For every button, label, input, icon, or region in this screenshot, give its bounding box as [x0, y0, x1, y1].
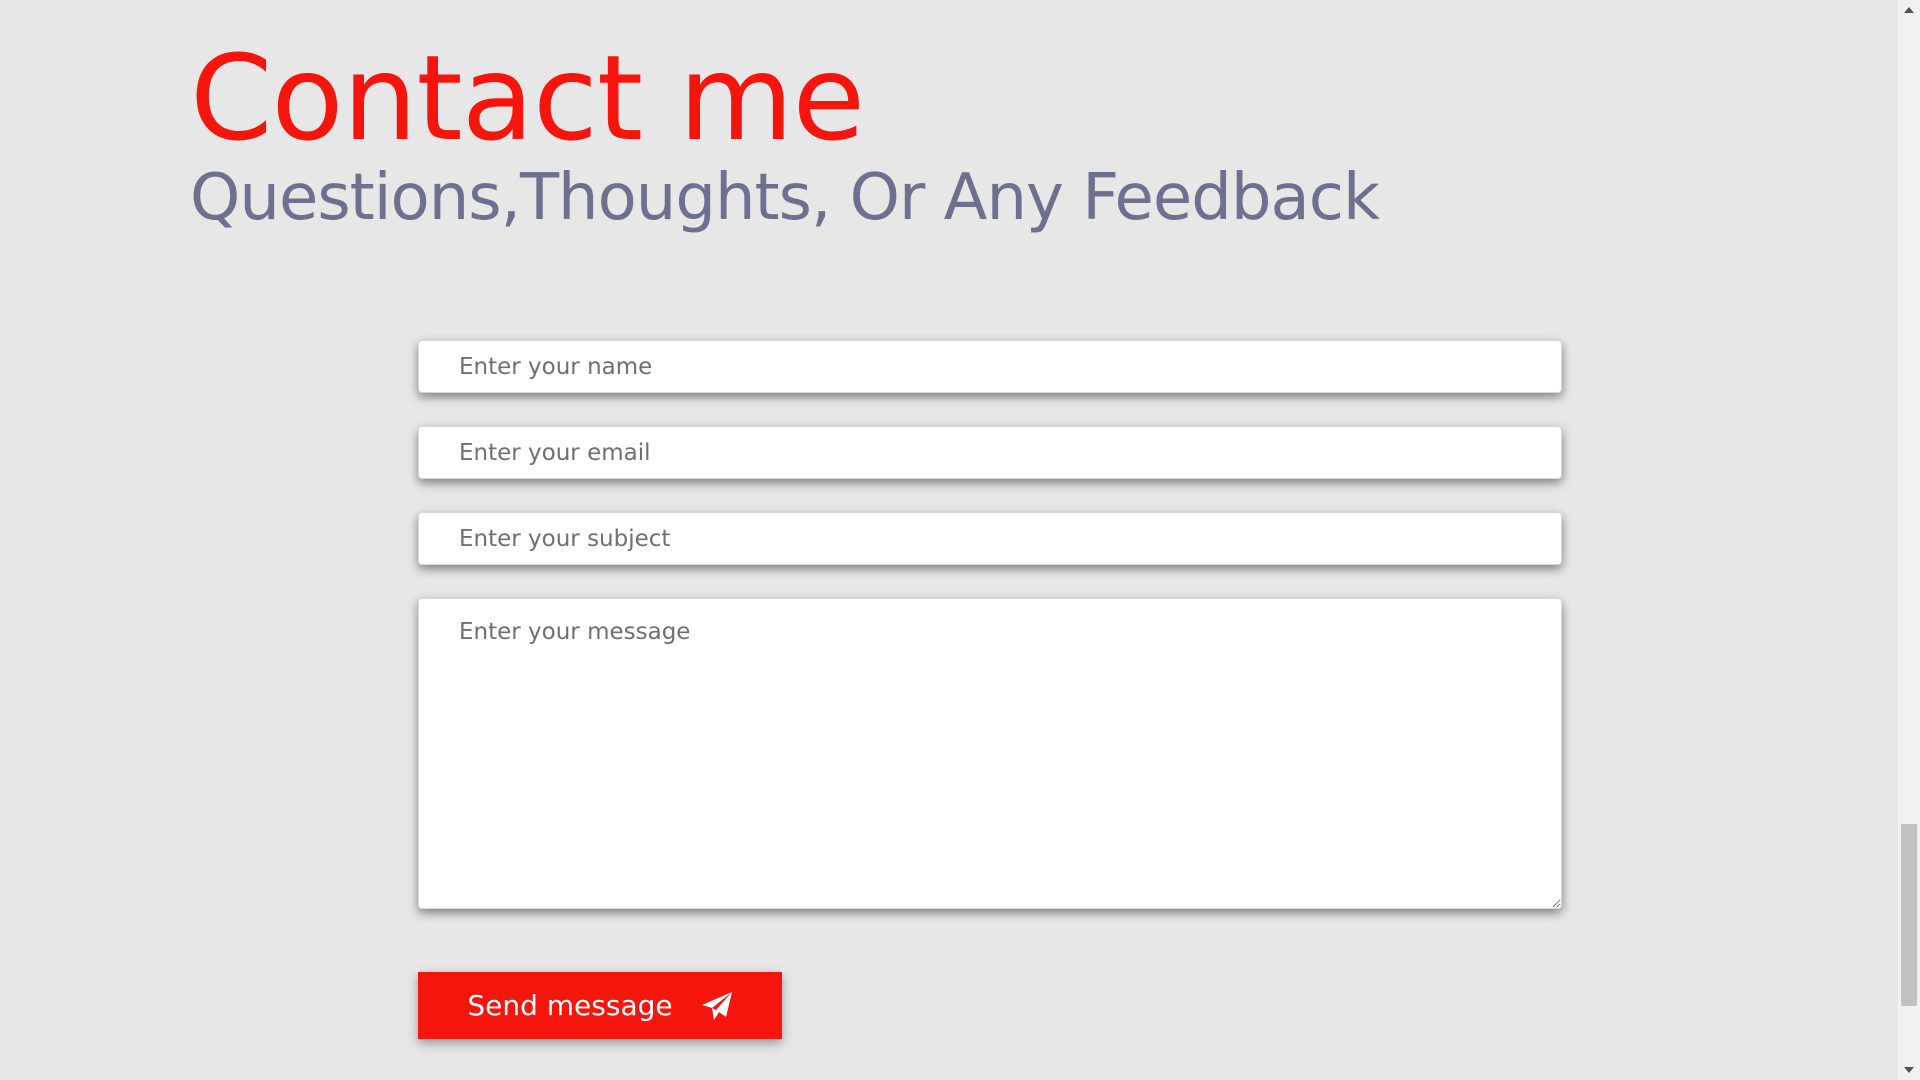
vertical-scrollbar[interactable]: [1898, 0, 1920, 1080]
contact-page: Contact me Questions,Thoughts, Or Any Fe…: [0, 0, 1920, 1080]
email-input[interactable]: [418, 426, 1562, 479]
scroll-up-arrow-icon[interactable]: [1898, 0, 1920, 20]
send-message-button[interactable]: Send message: [418, 972, 782, 1039]
contact-form: [418, 340, 1562, 909]
page-subtitle: Questions,Thoughts, Or Any Feedback: [190, 161, 1380, 235]
scroll-down-arrow-icon[interactable]: [1898, 1060, 1920, 1080]
send-message-label: Send message: [467, 989, 673, 1022]
scrollbar-thumb[interactable]: [1901, 824, 1917, 1006]
paper-plane-icon: [701, 991, 733, 1021]
subject-input[interactable]: [418, 512, 1562, 565]
page-title: Contact me: [190, 29, 865, 167]
name-input[interactable]: [418, 340, 1562, 393]
message-textarea[interactable]: [418, 598, 1562, 909]
